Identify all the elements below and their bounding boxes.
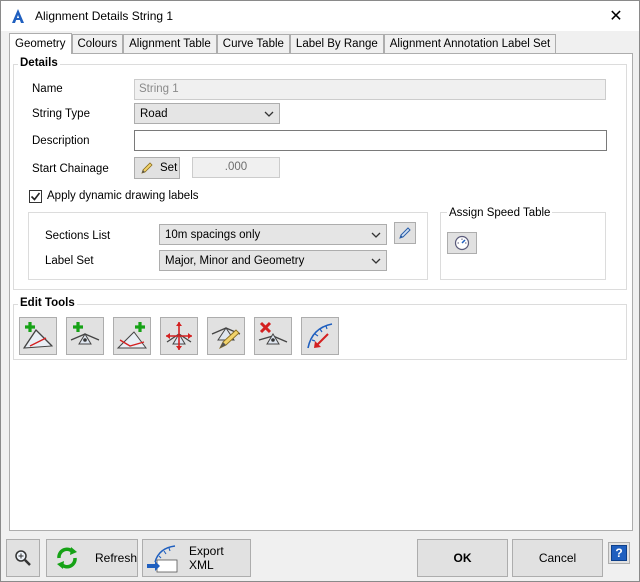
insert-ip-icon [69, 320, 101, 352]
insert-ip-button[interactable] [66, 317, 104, 355]
pencil-icon [139, 160, 155, 176]
ok-button[interactable]: OK [417, 539, 508, 577]
speed-table-group: Assign Speed Table [440, 207, 606, 280]
sections-list-label: Sections List [45, 230, 111, 242]
chevron-down-icon [371, 256, 381, 266]
help-icon: ? [611, 545, 627, 561]
add-ip-button[interactable] [19, 317, 57, 355]
reverse-direction-icon [304, 320, 336, 352]
refresh-button[interactable]: Refresh [46, 539, 138, 577]
help-button[interactable]: ? [608, 542, 630, 564]
label-set-label: Label Set [45, 255, 94, 267]
edit-ip-icon [210, 320, 242, 352]
label-set-select[interactable]: Major, Minor and Geometry [159, 250, 387, 271]
dialog-window: Alignment Details String 1 ✕ Geometry Co… [0, 0, 640, 582]
edit-tools-group: Edit Tools [13, 297, 627, 360]
tab-label-by-range[interactable]: Label By Range [289, 34, 384, 53]
assign-speed-table-button[interactable] [447, 232, 477, 254]
start-chainage-label: Start Chainage [32, 163, 109, 175]
tab-panel-geometry: Details Name String 1 String Type Road D… [9, 53, 633, 531]
name-field[interactable]: String 1 [134, 79, 606, 100]
window-title: Alignment Details String 1 [35, 9, 174, 23]
details-group: Details Name String 1 String Type Road D… [13, 57, 627, 290]
move-ip-button[interactable] [160, 317, 198, 355]
chainage-value-field[interactable]: .000 [192, 157, 280, 178]
delete-ip-icon [257, 320, 289, 352]
checkmark-icon [30, 191, 41, 202]
set-chainage-button[interactable]: Set [134, 157, 180, 179]
name-label: Name [32, 83, 63, 95]
tab-alignment-annotation-label-set[interactable]: Alignment Annotation Label Set [383, 34, 557, 53]
cancel-button[interactable]: Cancel [512, 539, 603, 577]
edit-tools-toolbar [19, 317, 349, 357]
description-label: Description [32, 135, 90, 147]
string-type-select[interactable]: Road [134, 103, 280, 124]
move-ip-icon [163, 320, 195, 352]
apply-dynamic-labels-text: Apply dynamic drawing labels [47, 190, 199, 202]
delete-ip-button[interactable] [254, 317, 292, 355]
tab-colours[interactable]: Colours [71, 34, 124, 53]
pencil-icon [397, 225, 413, 241]
speed-table-label: Assign Speed Table [447, 207, 553, 219]
export-xml-button[interactable]: Export XML [142, 539, 251, 577]
edit-sections-list-button[interactable] [394, 222, 416, 244]
add-ip-after-button[interactable] [113, 317, 151, 355]
zoom-button[interactable] [6, 539, 40, 577]
tab-geometry[interactable]: Geometry [9, 33, 72, 54]
reverse-direction-button[interactable] [301, 317, 339, 355]
edit-tools-group-label: Edit Tools [18, 297, 77, 309]
tab-strip: Geometry Colours Alignment Table Curve T… [9, 33, 557, 54]
details-group-label: Details [18, 57, 60, 69]
chevron-down-icon [264, 109, 274, 119]
zoom-icon [14, 549, 32, 567]
chevron-down-icon [371, 230, 381, 240]
close-button[interactable]: ✕ [593, 1, 639, 31]
tab-curve-table[interactable]: Curve Table [216, 34, 290, 53]
close-icon: ✕ [609, 8, 623, 25]
tab-alignment-table[interactable]: Alignment Table [123, 34, 217, 53]
sections-list-select[interactable]: 10m spacings only [159, 224, 387, 245]
dynamic-labels-group: Sections List 10m spacings only Label Se… [28, 212, 428, 280]
speedometer-icon [454, 235, 470, 251]
refresh-icon [53, 544, 81, 572]
app-logo-icon [9, 7, 27, 25]
export-xml-icon [145, 542, 181, 574]
add-ip-after-icon [116, 320, 148, 352]
string-type-label: String Type [32, 108, 90, 120]
description-field[interactable] [134, 130, 607, 151]
add-ip-icon [22, 320, 54, 352]
apply-dynamic-labels-checkbox[interactable] [29, 190, 42, 203]
edit-ip-button[interactable] [207, 317, 245, 355]
title-bar: Alignment Details String 1 ✕ [1, 1, 639, 31]
